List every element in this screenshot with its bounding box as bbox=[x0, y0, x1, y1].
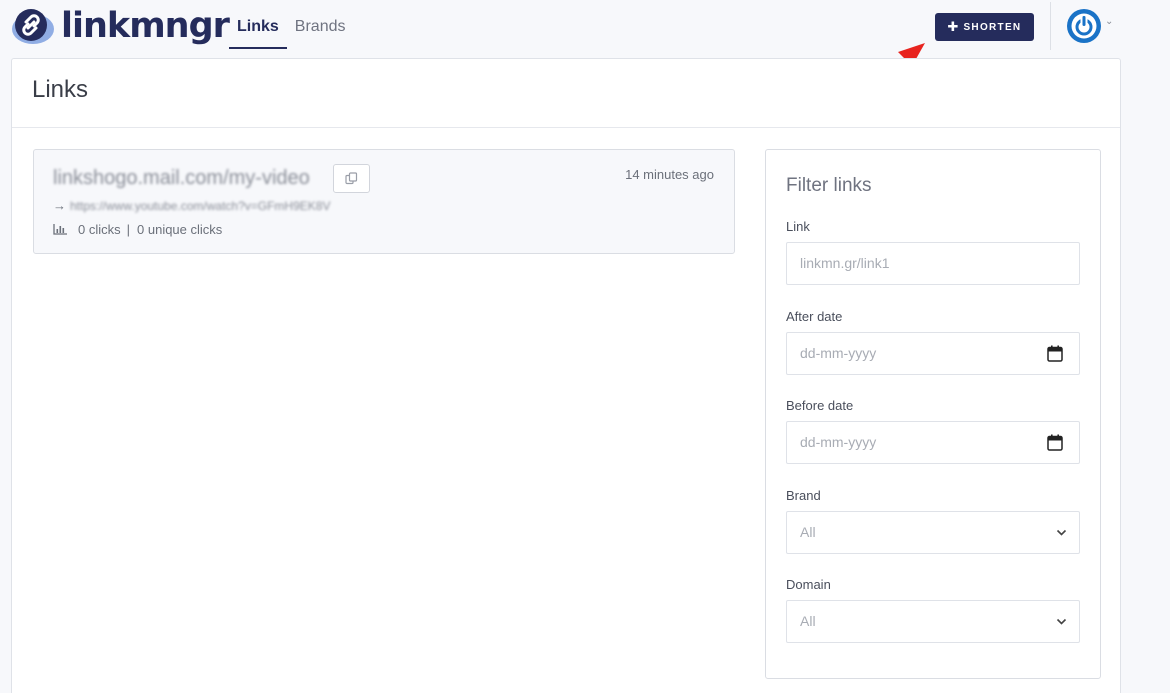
plus-icon: ✚ bbox=[947, 19, 959, 34]
link-card[interactable]: linkshogo.mail.com/my-video 14 minutes a… bbox=[33, 149, 735, 254]
calendar-icon[interactable] bbox=[1047, 345, 1063, 362]
created-time: 14 minutes ago bbox=[625, 167, 714, 182]
after-date-label: After date bbox=[786, 309, 843, 324]
calendar-icon[interactable] bbox=[1047, 434, 1063, 451]
copy-button[interactable] bbox=[333, 164, 370, 193]
nav-links[interactable]: Links bbox=[229, 0, 287, 49]
copy-icon bbox=[345, 172, 358, 185]
panel-header: Links bbox=[12, 59, 1120, 128]
destination-row: → https://www.youtube.com/watch?v=GFmH9E… bbox=[53, 198, 330, 213]
divider bbox=[1050, 2, 1051, 50]
chevron-down-icon bbox=[1056, 618, 1067, 625]
page-title: Links bbox=[32, 76, 89, 103]
logo[interactable]: linkmngr bbox=[11, 6, 230, 46]
domain-label: Domain bbox=[786, 577, 831, 592]
brand-select-value: All bbox=[800, 524, 816, 540]
brand-select[interactable]: All bbox=[786, 511, 1080, 554]
main-nav: Links Brands bbox=[229, 0, 354, 49]
domain-select-value: All bbox=[800, 613, 816, 629]
link-filter-input[interactable]: linkmn.gr/link1 bbox=[786, 242, 1080, 285]
short-url[interactable]: linkshogo.mail.com/my-video bbox=[53, 167, 310, 190]
chevron-down-icon[interactable]: ⌄ bbox=[1105, 16, 1113, 27]
after-date-input[interactable]: dd-mm-yyyy bbox=[786, 332, 1080, 375]
top-bar: linkmngr Links Brands ✚ SHORTEN ⌄ bbox=[0, 0, 1170, 56]
link-filter-label: Link bbox=[786, 219, 810, 234]
stats-separator: | bbox=[126, 222, 131, 237]
before-date-placeholder: dd-mm-yyyy bbox=[800, 434, 877, 450]
stats-row: 0 clicks | 0 unique clicks bbox=[53, 222, 222, 237]
nav-brands[interactable]: Brands bbox=[287, 0, 354, 49]
destination-url[interactable]: https://www.youtube.com/watch?v=GFmH9EK8… bbox=[70, 199, 330, 213]
links-panel: Links linkshogo.mail.com/my-video 14 min… bbox=[11, 58, 1121, 693]
power-avatar-icon[interactable] bbox=[1066, 8, 1102, 44]
chevron-down-icon bbox=[1056, 529, 1067, 536]
shorten-label: SHORTEN bbox=[963, 21, 1022, 33]
shorten-button[interactable]: ✚ SHORTEN bbox=[935, 13, 1034, 41]
link-logo-icon bbox=[12, 9, 54, 44]
logo-text: linkmngr bbox=[61, 6, 230, 46]
brand-label: Brand bbox=[786, 488, 821, 503]
domain-select[interactable]: All bbox=[786, 600, 1080, 643]
filter-panel: Filter links Link linkmn.gr/link1 After … bbox=[765, 149, 1101, 679]
bar-chart-icon bbox=[53, 224, 67, 235]
clicks-count: 0 clicks bbox=[78, 222, 121, 237]
filter-title: Filter links bbox=[786, 175, 872, 196]
unique-clicks-count: 0 unique clicks bbox=[137, 222, 223, 237]
before-date-input[interactable]: dd-mm-yyyy bbox=[786, 421, 1080, 464]
after-date-placeholder: dd-mm-yyyy bbox=[800, 345, 877, 361]
arrow-right-icon: → bbox=[53, 198, 66, 213]
before-date-label: Before date bbox=[786, 398, 854, 413]
